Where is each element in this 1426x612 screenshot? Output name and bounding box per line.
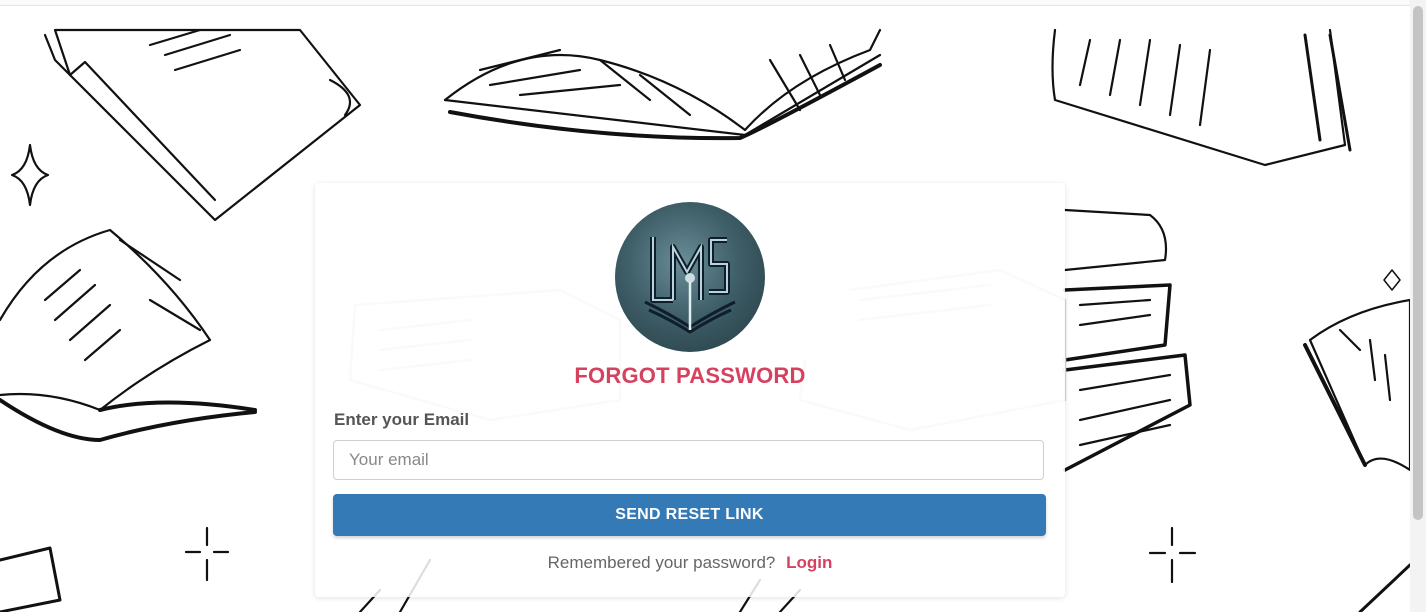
forgot-password-card: FORGOT PASSWORD Enter your Email SEND RE… <box>315 183 1065 597</box>
email-field[interactable] <box>333 440 1044 480</box>
page-scrollbar[interactable] <box>1410 0 1426 612</box>
sparkle-icon <box>184 526 230 582</box>
page-title: FORGOT PASSWORD <box>574 363 806 388</box>
login-link[interactable]: Login <box>786 553 832 572</box>
book-doodle-icon <box>1051 28 1352 167</box>
book-doodle-icon <box>0 228 257 442</box>
book-logo-icon <box>615 202 765 352</box>
book-doodle-icon <box>1063 208 1192 472</box>
email-label: Enter your Email <box>334 410 470 429</box>
book-doodle-icon <box>1303 298 1410 472</box>
sparkle-icon <box>10 143 50 207</box>
send-reset-link-button[interactable]: SEND RESET LINK <box>333 494 1046 536</box>
scrollbar-thumb[interactable] <box>1413 6 1423 520</box>
login-prompt-text: Remembered your password? <box>547 553 776 572</box>
book-doodle-icon <box>43 28 362 222</box>
sparkle-icon <box>1148 526 1197 584</box>
login-prompt: Remembered your password? Login <box>315 553 1065 573</box>
book-doodle-icon <box>443 28 882 141</box>
